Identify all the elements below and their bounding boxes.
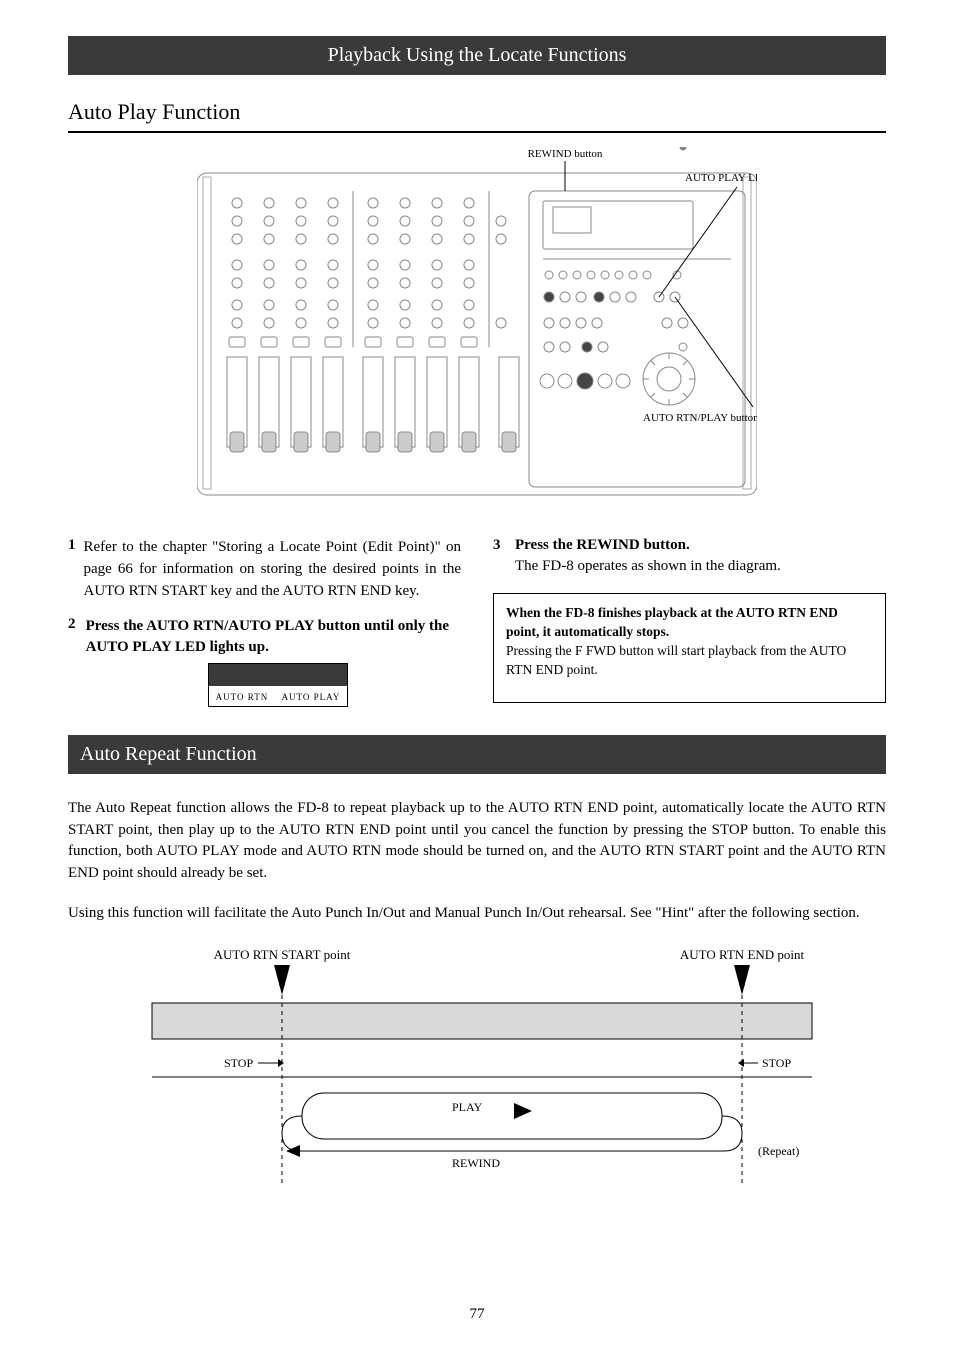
callout-autortn-btn: AUTO RTN/PLAY button bbox=[643, 412, 757, 424]
repeat-header: Auto Repeat Function bbox=[68, 735, 886, 774]
step3-number: 3 bbox=[493, 537, 507, 554]
right-column: 3 Press the REWIND button. The FD-8 oper… bbox=[493, 537, 886, 725]
diag-rwd-label: REWIND bbox=[452, 1156, 500, 1170]
timing-diagram: AUTO RTN START point AUTO RTN END point … bbox=[68, 943, 886, 1203]
note-line2: Pressing the F FWD button will start pla… bbox=[506, 642, 873, 680]
callout-autoplay-led: AUTO PLAY LED bbox=[685, 172, 757, 184]
diag-play-label: PLAY bbox=[452, 1100, 483, 1114]
subsection-title: Auto Play Function bbox=[68, 99, 240, 124]
subsection-header: Auto Play Function bbox=[68, 99, 886, 133]
diag-end-label: AUTO RTN END point bbox=[680, 947, 805, 962]
mixer-illustration: REWIND button bbox=[68, 147, 886, 497]
step2-text: Press the AUTO RTN/AUTO PLAY button unti… bbox=[86, 616, 461, 657]
note-box: When the FD-8 finishes playback at the A… bbox=[493, 593, 886, 703]
diag-stop-right: STOP bbox=[762, 1056, 791, 1070]
left-column: 1 Refer to the chapter "Storing a Locate… bbox=[68, 537, 461, 725]
lcd-indicator: AUTO RTN AUTO PLAY bbox=[208, 663, 348, 707]
note-line1: When the FD-8 finishes playback at the A… bbox=[506, 604, 873, 642]
repeat-paragraph-1: The Auto Repeat function allows the FD-8… bbox=[68, 798, 886, 885]
repeat-paragraph-2: Using this function will facilitate the … bbox=[68, 903, 886, 925]
diag-repeat-note: (Repeat) bbox=[758, 1144, 799, 1158]
callout-rewind: REWIND button bbox=[528, 148, 603, 160]
lcd-right-label: AUTO PLAY bbox=[282, 692, 341, 702]
step2-number: 2 bbox=[68, 616, 78, 633]
diag-start-label: AUTO RTN START point bbox=[214, 947, 351, 962]
step3-result: The FD-8 operates as shown in the diagra… bbox=[515, 558, 886, 575]
diag-stop-left: STOP bbox=[224, 1056, 253, 1070]
section-title: Playback Using the Locate Functions bbox=[328, 44, 627, 66]
step3-text: Press the REWIND button. bbox=[515, 537, 690, 554]
lcd-left-label: AUTO RTN bbox=[216, 692, 269, 702]
page-number: 77 bbox=[0, 1306, 954, 1323]
repeat-title: Auto Repeat Function bbox=[80, 743, 257, 765]
step1-text: Refer to the chapter "Storing a Locate P… bbox=[84, 537, 462, 602]
section-header: Playback Using the Locate Functions bbox=[68, 36, 886, 75]
step1-number: 1 bbox=[68, 537, 76, 554]
